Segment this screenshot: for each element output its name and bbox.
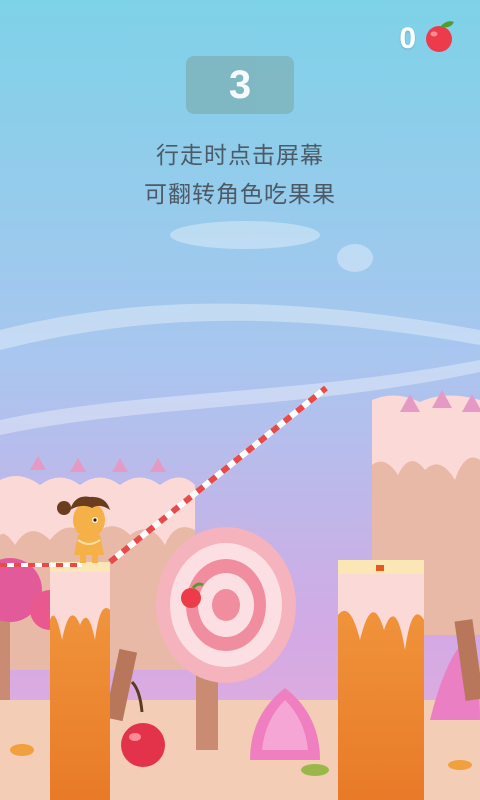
fruit-counter: 0: [399, 22, 416, 55]
ground-candy: [10, 744, 34, 756]
game-scene[interactable]: [0, 0, 480, 800]
left-platform: [50, 562, 110, 800]
countdown-box: 3: [186, 56, 294, 114]
platform-target-marker: [376, 565, 384, 571]
instruction-line-2: 可翻转角色吃果果: [144, 182, 336, 208]
countdown-number: 3: [228, 62, 252, 107]
ground-candy: [448, 760, 472, 770]
right-platform: [338, 560, 424, 800]
ground-candy: [301, 764, 329, 776]
instruction-line-1: 行走时点击屏幕: [156, 143, 324, 169]
apple-icon: [426, 21, 454, 52]
